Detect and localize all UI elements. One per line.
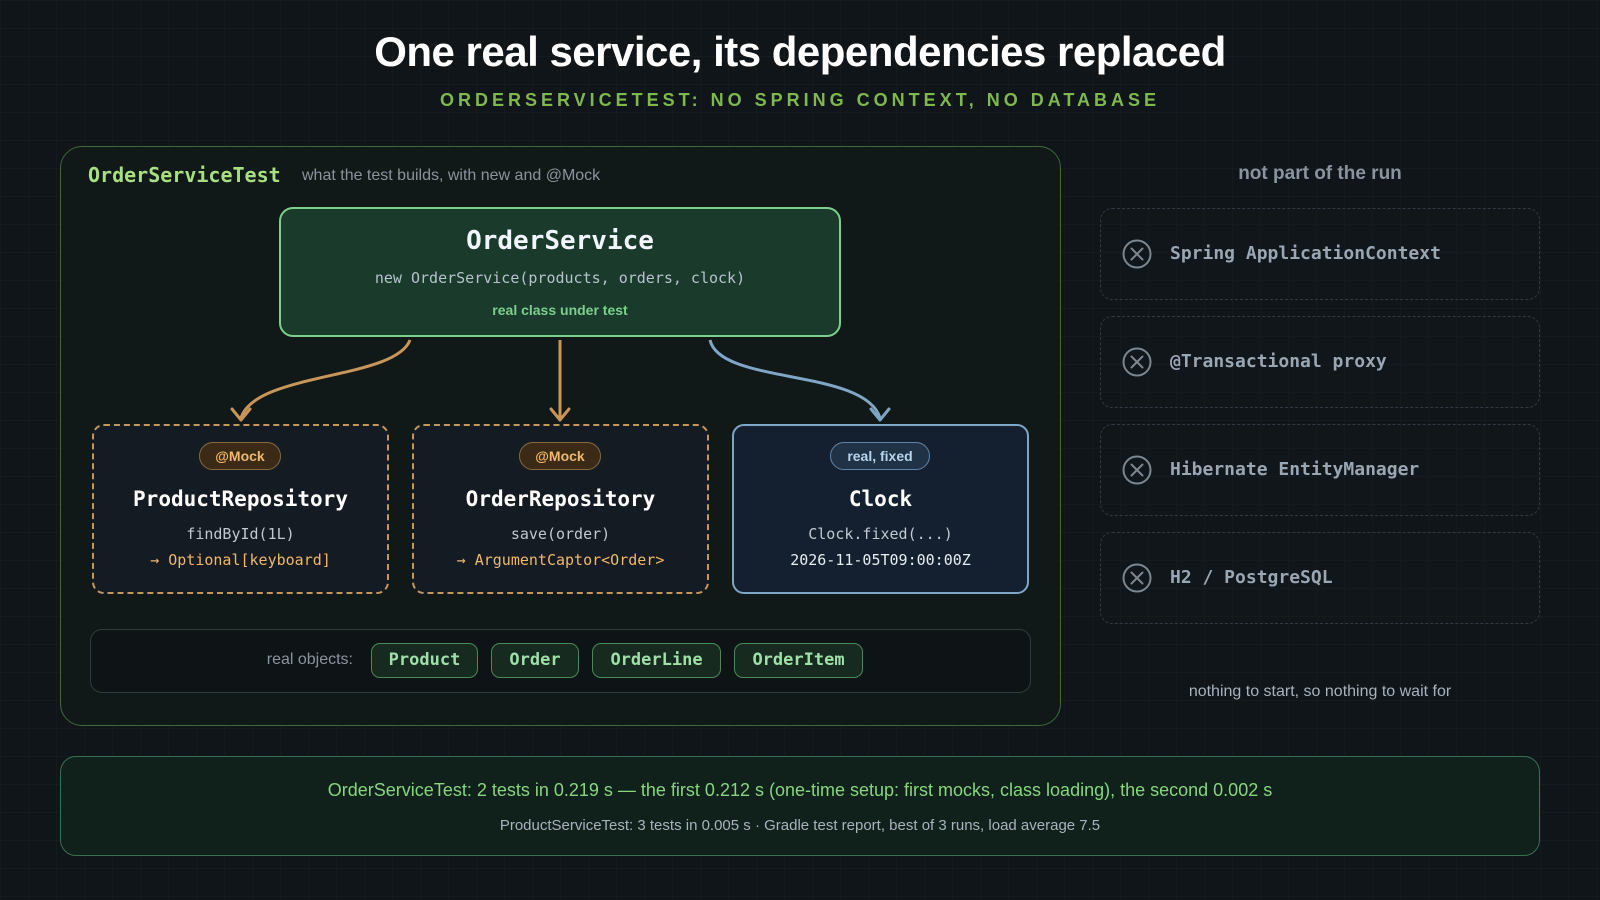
dependency-call: findById(1L) xyxy=(186,525,295,543)
dependency-call: Clock.fixed(...) xyxy=(808,525,953,543)
summary-main: OrderServiceTest: 2 tests in 0.219 s — t… xyxy=(327,780,1273,800)
real-object-chip: Order xyxy=(491,643,579,678)
x-circle-icon xyxy=(1122,239,1152,269)
x-circle-icon xyxy=(1122,347,1152,377)
real-object-chip: OrderItem xyxy=(734,643,863,678)
dependency-name: Clock xyxy=(848,487,913,511)
x-circle-icon xyxy=(1122,455,1152,485)
excluded-item-label: H2 / PostgreSQL xyxy=(1170,567,1333,588)
dependency-call: save(order) xyxy=(510,525,611,543)
dependency-name: ProductRepository xyxy=(133,487,348,511)
x-circle-icon xyxy=(1122,563,1152,593)
page-subtitle: ORDERSERVICETEST: NO SPRING CONTEXT, NO … xyxy=(439,90,1161,110)
excluded-item-label: Spring ApplicationContext xyxy=(1170,243,1441,264)
dependency-name: OrderRepository xyxy=(465,487,656,511)
dependency-result: 2026-11-05T09:00:00Z xyxy=(790,551,971,569)
service-constructor: new OrderService(products, orders, clock… xyxy=(374,269,746,287)
summary-box xyxy=(60,756,1540,856)
real-fixed-badge: real, fixed xyxy=(830,442,930,470)
side-footnote: nothing to start, so nothing to wait for xyxy=(1188,683,1452,700)
mock-badge: @Mock xyxy=(519,442,601,470)
service-name: OrderService xyxy=(466,226,654,256)
panel-heading: OrderServiceTest xyxy=(88,163,281,187)
real-object-chip: OrderLine xyxy=(592,643,721,678)
real-objects-label: real objects: xyxy=(266,651,353,668)
excluded-item-label: @Transactional proxy xyxy=(1170,351,1387,372)
mock-badge: @Mock xyxy=(199,442,281,470)
page-title: One real service, its dependencies repla… xyxy=(374,28,1226,75)
side-heading: not part of the run xyxy=(1238,163,1402,184)
real-object-chip: Product xyxy=(371,643,478,678)
panel-caption: what the test builds, with new and @Mock xyxy=(302,167,601,184)
summary-sub: ProductServiceTest: 3 tests in 0.005 s ·… xyxy=(499,817,1101,834)
service-note: real class under test xyxy=(492,302,628,318)
dependency-result: → ArgumentCaptor<Order> xyxy=(456,551,665,569)
excluded-item-label: Hibernate EntityManager xyxy=(1170,459,1420,480)
dependency-result: → Optional[keyboard] xyxy=(150,551,331,569)
